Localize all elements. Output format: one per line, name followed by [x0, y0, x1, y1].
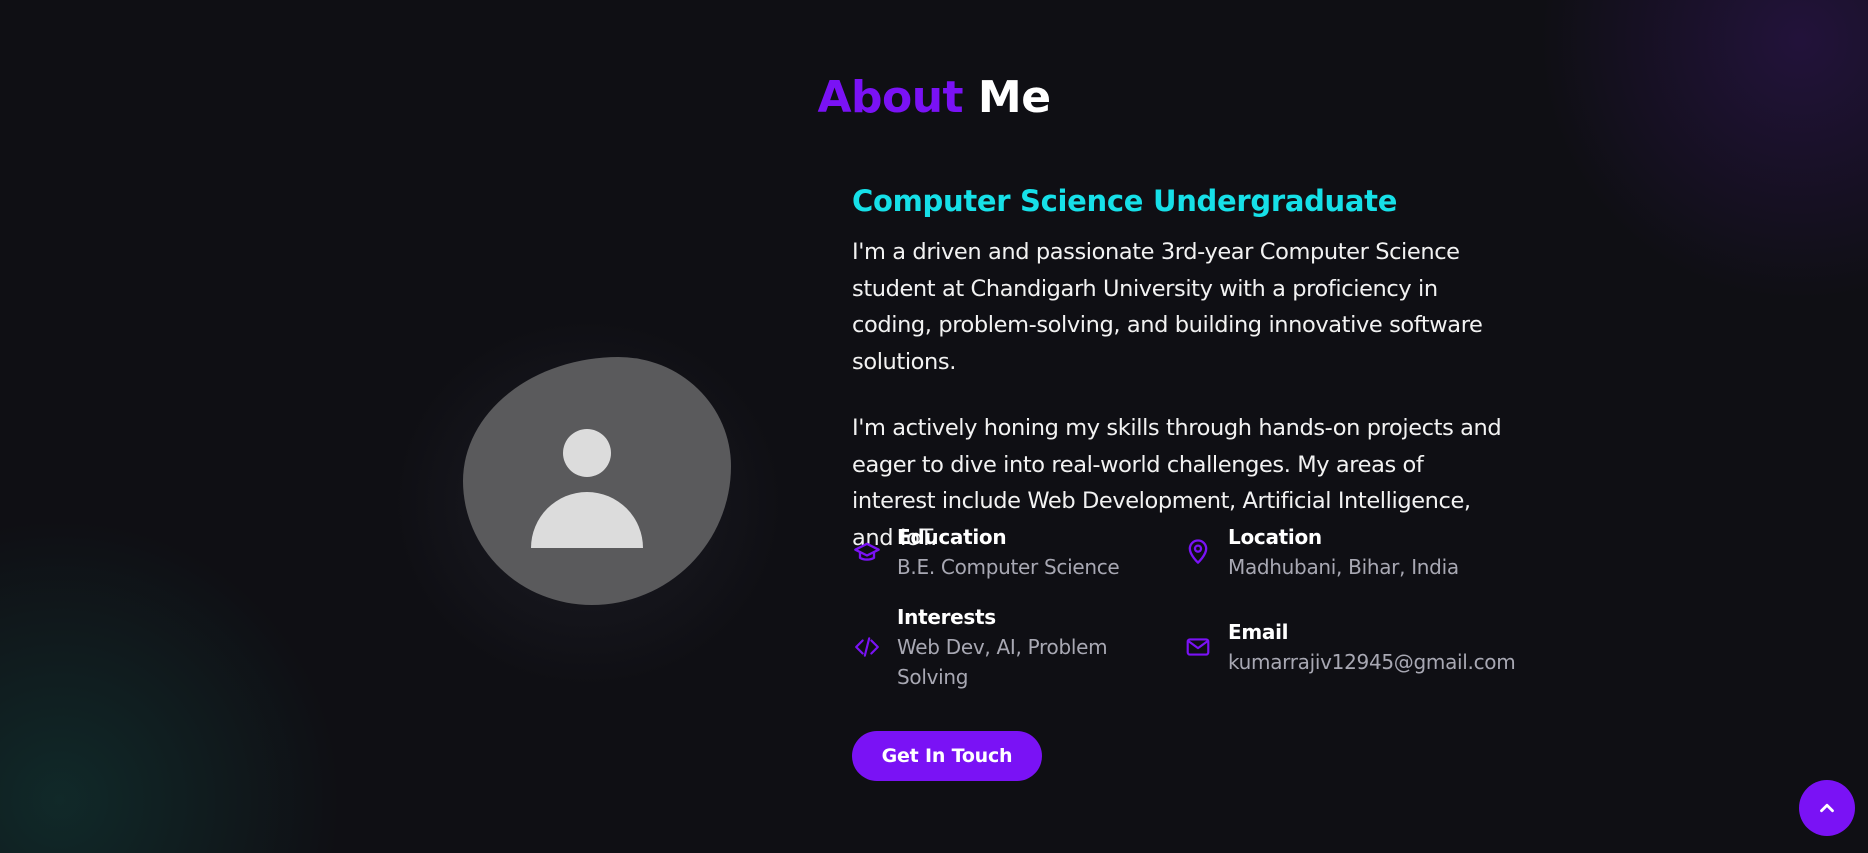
section-title-rest: Me: [977, 72, 1051, 123]
scroll-to-top-button[interactable]: [1799, 780, 1855, 836]
chevron-up-icon: [1816, 797, 1838, 819]
info-location: Location Madhubani, Bihar, India: [1183, 522, 1513, 582]
about-paragraph-1: I'm a driven and passionate 3rd-year Com…: [852, 239, 1483, 375]
about-subtitle: Computer Science Undergraduate: [852, 184, 1398, 218]
code-icon: [852, 632, 882, 662]
info-email-value[interactable]: kumarrajiv12945@gmail.com: [1228, 647, 1528, 677]
section-title: About Me: [0, 68, 1868, 128]
info-interests: Interests Web Dev, AI, Problem Solving: [852, 602, 1172, 692]
section-title-accent: About: [817, 72, 964, 123]
info-interests-value: Web Dev, AI, Problem Solving: [897, 635, 1108, 689]
graduation-cap-icon: [852, 537, 882, 567]
info-education: Education B.E. Computer Science: [852, 522, 1172, 582]
avatar-body: [531, 492, 643, 548]
map-pin-icon: [1183, 536, 1213, 566]
info-interests-label: Interests: [897, 605, 996, 629]
info-email: Email kumarrajiv12945@gmail.com: [1183, 617, 1516, 677]
info-location-label: Location: [1228, 525, 1322, 549]
about-section: About Me Computer Science Undergraduate …: [0, 0, 1868, 853]
info-education-label: Education: [897, 525, 1007, 549]
about-content: Computer Science Undergraduate I'm a dri…: [852, 180, 1512, 556]
mail-icon: [1183, 632, 1213, 662]
get-in-touch-button[interactable]: Get In Touch: [852, 731, 1042, 781]
avatar-head: [563, 429, 611, 477]
info-email-label: Email: [1228, 620, 1289, 644]
info-location-value: Madhubani, Bihar, India: [1228, 555, 1459, 579]
info-education-value: B.E. Computer Science: [897, 555, 1120, 579]
